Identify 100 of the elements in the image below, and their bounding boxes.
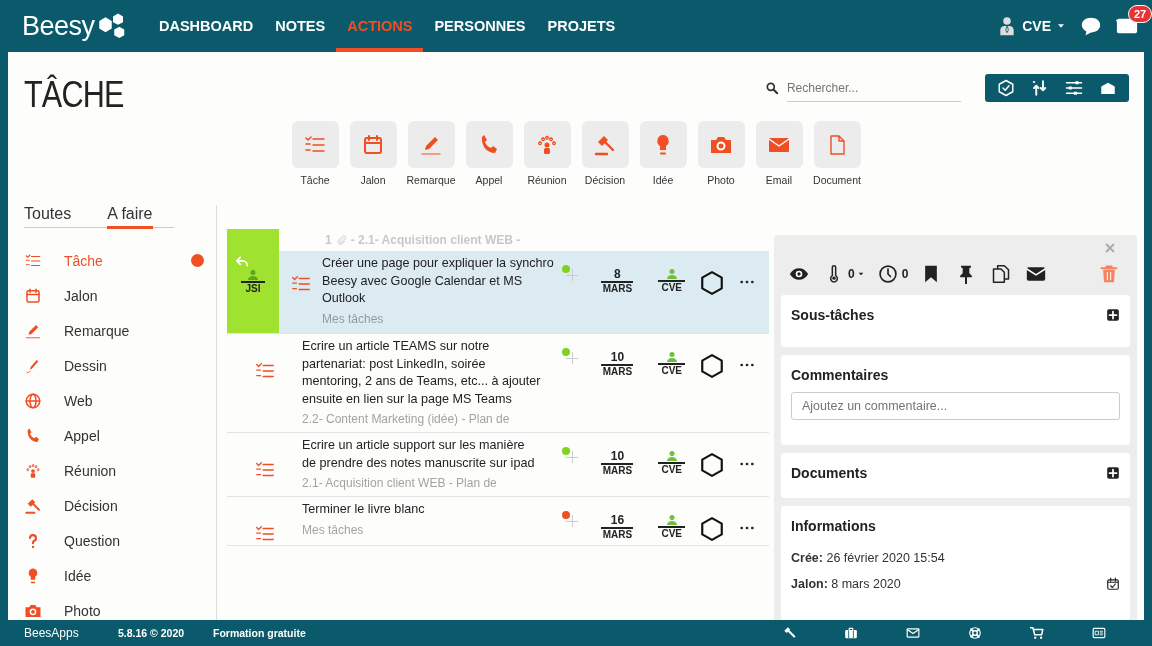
type-button[interactable] bbox=[581, 121, 629, 168]
search-field[interactable]: Rechercher... bbox=[786, 74, 961, 102]
copy-icon[interactable] bbox=[991, 264, 1012, 284]
briefcase-icon[interactable] bbox=[844, 626, 858, 640]
person-icon bbox=[664, 351, 679, 363]
help-icon[interactable] bbox=[968, 626, 982, 640]
type-label: Email bbox=[765, 174, 793, 186]
envelope-icon[interactable] bbox=[906, 626, 920, 640]
nav-tab[interactable]: PERSONNES bbox=[423, 0, 537, 52]
type-label: Jalon bbox=[360, 174, 386, 186]
comment-field[interactable]: Ajoutez un commentaire... bbox=[791, 392, 1120, 420]
people-icon bbox=[24, 461, 42, 480]
calendar-check-icon[interactable] bbox=[1106, 577, 1120, 591]
user-menu[interactable]: CVE bbox=[997, 15, 1066, 37]
hexagon-check-icon[interactable] bbox=[997, 79, 1015, 97]
card-title: Sous-tâches bbox=[791, 307, 875, 323]
type-button[interactable] bbox=[465, 121, 513, 168]
sidebar-item[interactable]: Photo bbox=[64, 602, 101, 619]
sidebar-item[interactable]: Idée bbox=[64, 567, 92, 584]
type-button[interactable] bbox=[813, 121, 861, 168]
temperature-button[interactable]: 0 bbox=[824, 264, 865, 284]
filter-tab[interactable]: A faire bbox=[107, 205, 153, 229]
training-link[interactable]: Formation gratuite bbox=[213, 627, 306, 639]
type-label: Réunion bbox=[527, 174, 567, 186]
filter-tab[interactable]: Toutes bbox=[24, 205, 72, 229]
task-title: Ecrire un article TEAMS sur notre partenariat: post LinkedIn, soirée mentoring, 2 ans de Teams, etc... à ajouter ensuite en lien sur la page MS Teams bbox=[302, 338, 542, 408]
hexagon-icon[interactable] bbox=[699, 515, 725, 543]
calendar-icon bbox=[24, 286, 42, 305]
type-button[interactable] bbox=[349, 121, 397, 168]
sort-icon[interactable] bbox=[1031, 79, 1049, 97]
nav-tab[interactable]: DASHBOARD bbox=[148, 0, 265, 52]
sliders-icon[interactable] bbox=[1065, 79, 1083, 97]
person-icon bbox=[247, 269, 259, 281]
notification-badge: 27 bbox=[1128, 5, 1152, 23]
footer-logo[interactable]: BeesApps bbox=[24, 626, 118, 640]
assignee-initials: CVE bbox=[658, 462, 685, 475]
task-row[interactable]: Terminer le livre blanc Mes tâches 16 MARS CVE bbox=[227, 497, 769, 546]
task-row[interactable]: JSI Créer une page pour expliquer la synchro Beesy avec Google Calendar et MS Outlook Mes tâches 8 MARS CVE bbox=[227, 251, 769, 334]
sidebar-item[interactable]: Appel bbox=[64, 427, 100, 444]
sidebar-item[interactable]: Jalon bbox=[64, 287, 98, 304]
sidebar-item[interactable]: Dessin bbox=[64, 357, 107, 374]
type-label: Décision bbox=[584, 174, 626, 186]
sidebar-item[interactable]: Remarque bbox=[64, 322, 130, 339]
id-card-icon[interactable] bbox=[1092, 626, 1106, 640]
version-text: 5.8.16 © 2020 bbox=[118, 627, 186, 639]
paperclip-icon bbox=[335, 234, 347, 246]
type-button[interactable] bbox=[755, 121, 803, 168]
globe-icon bbox=[24, 391, 42, 410]
add-icon[interactable] bbox=[1106, 466, 1120, 480]
assignee-initials: CVE bbox=[658, 363, 685, 376]
type-button[interactable] bbox=[523, 121, 571, 168]
delegate-initials: JSI bbox=[241, 281, 265, 294]
type-label: Document bbox=[813, 174, 861, 186]
type-button[interactable] bbox=[291, 121, 339, 168]
type-button[interactable] bbox=[639, 121, 687, 168]
mail-icon[interactable] bbox=[1026, 264, 1047, 284]
hexagon-icon[interactable] bbox=[699, 269, 725, 297]
type-label: Appel bbox=[475, 174, 503, 186]
type-label: Photo bbox=[707, 174, 735, 186]
logo-wordmark[interactable]: Beesy bbox=[22, 10, 95, 42]
card-title: Informations bbox=[791, 518, 877, 534]
chat-icon[interactable] bbox=[1080, 15, 1102, 37]
due-date: 10 MARS bbox=[600, 351, 635, 377]
assignee-initials: CVE bbox=[658, 280, 685, 293]
person-icon bbox=[664, 514, 679, 526]
type-button[interactable] bbox=[697, 121, 745, 168]
type-label: Remarque bbox=[406, 174, 456, 186]
due-date: 8 MARS bbox=[600, 268, 635, 294]
assignee-initials: CVE bbox=[658, 526, 685, 539]
gavel-icon bbox=[24, 496, 42, 515]
sidebar-item[interactable]: Tâche bbox=[64, 252, 103, 269]
caret-icon bbox=[856, 270, 865, 278]
task-project: Mes tâches bbox=[302, 522, 365, 539]
add-icon[interactable] bbox=[1106, 308, 1120, 322]
card-title: Commentaires bbox=[791, 367, 890, 383]
info-line: Crée: 26 février 2020 15:54 bbox=[791, 551, 945, 565]
nav-tab[interactable]: NOTES bbox=[264, 0, 337, 52]
timer-button[interactable]: 0 bbox=[877, 264, 909, 284]
task-title: Terminer le livre blanc bbox=[302, 501, 426, 518]
due-date: 10 MARS bbox=[600, 450, 635, 476]
person-icon bbox=[664, 450, 679, 462]
calendar-icon bbox=[361, 132, 385, 157]
hexagon-icon[interactable] bbox=[699, 451, 725, 479]
card-title: Documents bbox=[791, 465, 868, 481]
task-title: Créer une page pour expliquer la synchro Beesy avec Google Calendar et MS Outlook bbox=[322, 255, 555, 307]
sidebar-item[interactable]: Web bbox=[64, 392, 93, 409]
hexagon-icon[interactable] bbox=[699, 352, 725, 380]
sidebar-item[interactable]: Question bbox=[64, 532, 121, 549]
hammer-icon[interactable] bbox=[782, 626, 796, 640]
due-date: 16 MARS bbox=[600, 514, 635, 540]
task-row[interactable]: Ecrire un article support sur les manière de prendre des notes manuscrite sur ipad 2.1- Acquisition client WEB - Plan de 10 MARS CVE bbox=[227, 433, 769, 497]
sidebar-item[interactable]: Décision bbox=[64, 497, 118, 514]
active-dot bbox=[191, 254, 204, 267]
sidebar-item[interactable]: Réunion bbox=[64, 462, 117, 479]
nav-tab[interactable]: PROJETS bbox=[536, 0, 627, 52]
cart-icon[interactable] bbox=[1030, 626, 1044, 640]
type-button[interactable] bbox=[407, 121, 455, 168]
page-title: TÂCHE bbox=[24, 74, 124, 116]
type-label: Idée bbox=[652, 174, 674, 186]
clock-icon bbox=[877, 264, 898, 284]
